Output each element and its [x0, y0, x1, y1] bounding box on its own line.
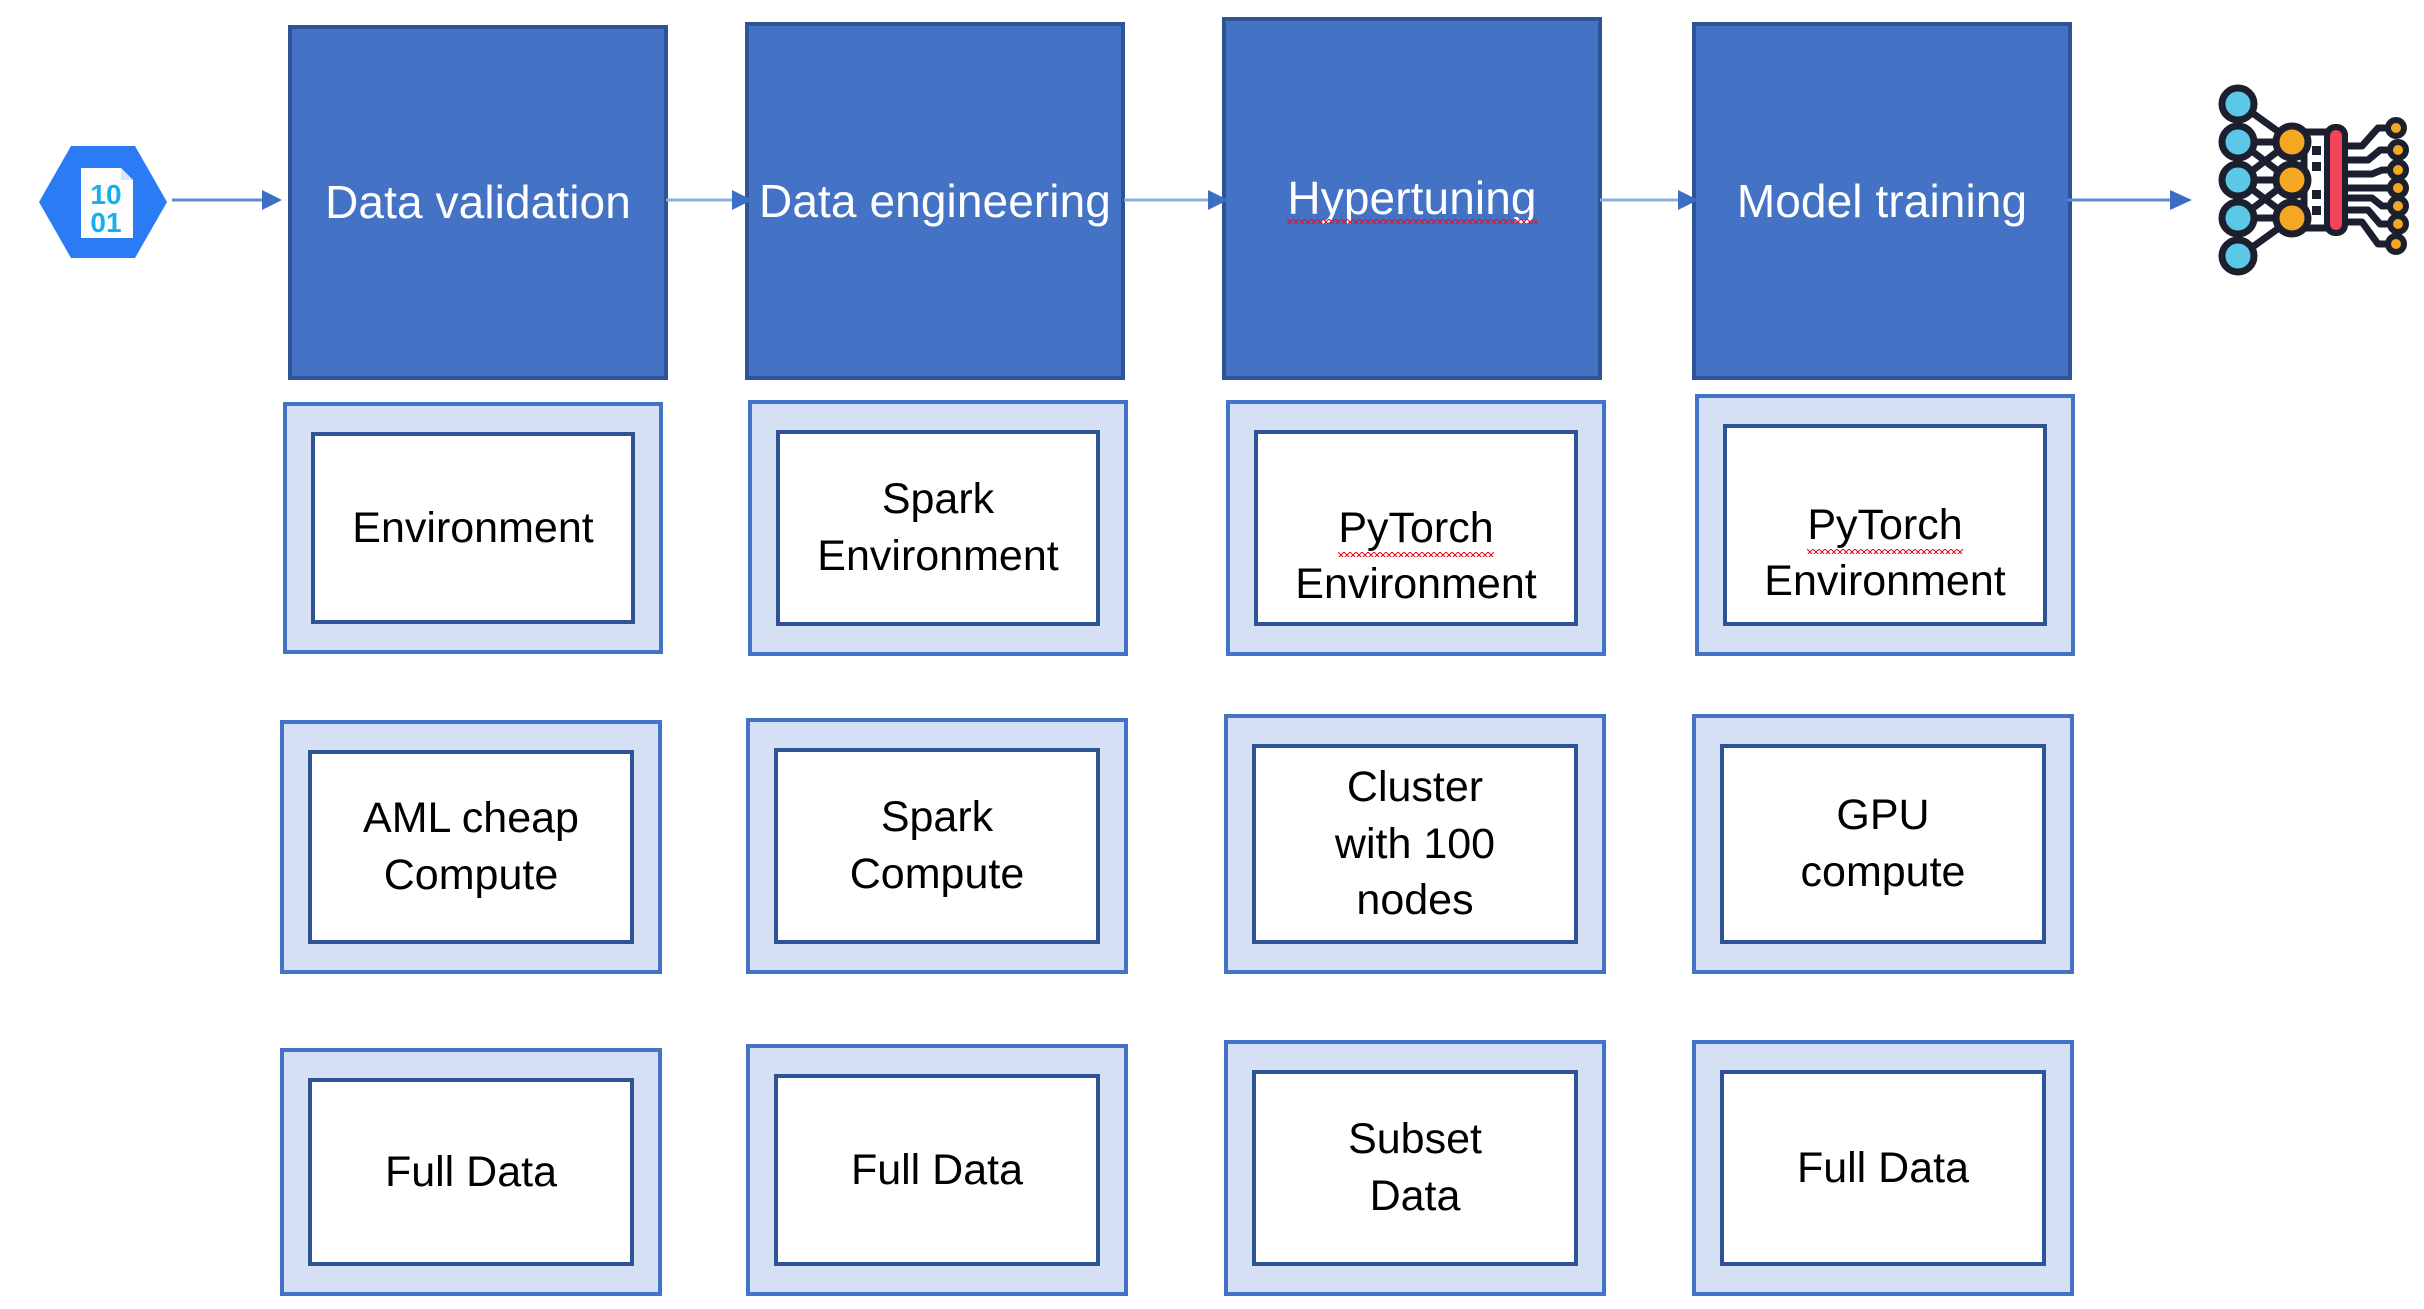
data-inner-data-validation: Full Data: [308, 1078, 634, 1266]
svg-text:01: 01: [90, 207, 121, 238]
environment-box-data-validation[interactable]: Environment: [283, 402, 663, 654]
compute-label-hypertuning: Cluster with 100 nodes: [1334, 762, 1496, 925]
data-label-data-validation: Full Data: [384, 1147, 558, 1196]
compute-inner-hypertuning: Cluster with 100 nodes: [1252, 744, 1578, 944]
stage-box-hypertuning[interactable]: Hypertuning: [1222, 17, 1602, 380]
environment-inner-data-validation: Environment: [311, 432, 635, 624]
data-label-hypertuning: Subset Data: [1348, 1115, 1482, 1220]
arrow-stage2-to-stage3: [1124, 187, 1228, 213]
environment-label-model-training-line1: PyTorch: [1807, 440, 1964, 555]
data-inner-hypertuning: Subset Data: [1252, 1070, 1578, 1266]
environment-label-hypertuning-line2: Environment: [1295, 560, 1537, 609]
stage-label-data-engineering: Data engineering: [759, 174, 1111, 227]
environment-label-data-validation: Environment: [352, 503, 594, 552]
stage-label-model-training: Model training: [1736, 174, 2028, 227]
compute-box-data-engineering[interactable]: Spark Compute: [746, 718, 1128, 974]
neural-network-icon: [2216, 80, 2416, 280]
environment-inner-hypertuning: PyTorch Environment: [1254, 430, 1578, 626]
data-box-data-validation[interactable]: Full Data: [280, 1048, 662, 1296]
arrow-stage4-to-model: [2068, 187, 2192, 213]
data-label-data-engineering: Full Data: [850, 1145, 1024, 1194]
environment-box-model-training[interactable]: PyTorch Environment: [1695, 394, 2075, 656]
stage-box-model-training[interactable]: Model training: [1692, 22, 2072, 380]
stage-label-hypertuning: Hypertuning: [1287, 172, 1537, 225]
stage-label-data-validation: Data validation: [325, 176, 631, 229]
environment-label-model-training-token: PyTorch: [1807, 497, 1964, 555]
environment-inner-model-training: PyTorch Environment: [1723, 424, 2047, 626]
stage-box-data-validation[interactable]: Data validation: [288, 25, 668, 380]
data-box-hypertuning[interactable]: Subset Data: [1224, 1040, 1606, 1296]
data-inner-data-engineering: Full Data: [774, 1074, 1100, 1266]
arrow-source-to-stage1: [172, 187, 282, 213]
dataset-hexagon-icon: 10 01: [38, 142, 168, 262]
arrow-stage3-to-stage4: [1600, 187, 1698, 213]
environment-label-data-engineering: Spark Environment: [817, 475, 1059, 580]
pipeline-diagram: 10 01 Data validation Data engineering H…: [0, 0, 2424, 1309]
environment-label-model-training-line2: Environment: [1764, 557, 2006, 606]
compute-box-model-training[interactable]: GPU compute: [1692, 714, 2074, 974]
compute-label-model-training: GPU compute: [1800, 791, 1966, 896]
environment-label-hypertuning-line1: PyTorch: [1338, 443, 1495, 558]
data-box-model-training[interactable]: Full Data: [1692, 1040, 2074, 1296]
environment-label-hypertuning-token: PyTorch: [1338, 500, 1495, 558]
environment-box-data-engineering[interactable]: Spark Environment: [748, 400, 1128, 656]
data-inner-model-training: Full Data: [1720, 1070, 2046, 1266]
data-box-data-engineering[interactable]: Full Data: [746, 1044, 1128, 1296]
stage-box-data-engineering[interactable]: Data engineering: [745, 22, 1125, 380]
compute-inner-data-engineering: Spark Compute: [774, 748, 1100, 944]
environment-box-hypertuning[interactable]: PyTorch Environment: [1226, 400, 1606, 656]
svg-text:10: 10: [90, 179, 121, 210]
compute-inner-model-training: GPU compute: [1720, 744, 2046, 944]
environment-inner-data-engineering: Spark Environment: [776, 430, 1100, 626]
compute-box-hypertuning[interactable]: Cluster with 100 nodes: [1224, 714, 1606, 974]
data-label-model-training: Full Data: [1796, 1143, 1970, 1192]
compute-label-data-validation: AML cheap Compute: [363, 794, 579, 899]
compute-box-data-validation[interactable]: AML cheap Compute: [280, 720, 662, 974]
arrow-stage1-to-stage2: [666, 187, 752, 213]
compute-label-data-engineering: Spark Compute: [849, 793, 1025, 898]
compute-inner-data-validation: AML cheap Compute: [308, 750, 634, 944]
